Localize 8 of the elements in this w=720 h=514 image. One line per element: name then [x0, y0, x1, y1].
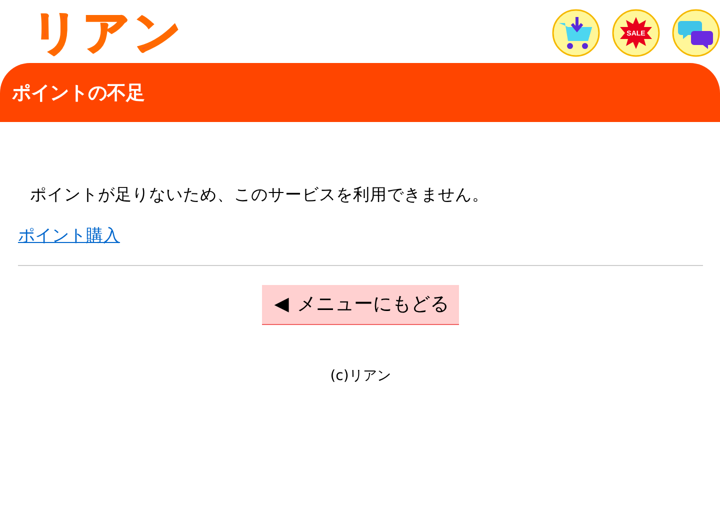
copyright-text: (c)リアン	[329, 367, 392, 385]
buy-points-link[interactable]: ポイント購入	[18, 224, 120, 247]
logo[interactable]: リアン	[32, 2, 185, 62]
chat-icon[interactable]	[672, 8, 720, 56]
page-title: ポイントの不足	[12, 80, 145, 106]
cart-icon[interactable]	[552, 8, 600, 56]
back-to-menu-button[interactable]: ◀ メニューにもどる	[262, 285, 459, 325]
message-text: ポイントが足りないため、このサービスを利用できません。	[30, 184, 490, 206]
